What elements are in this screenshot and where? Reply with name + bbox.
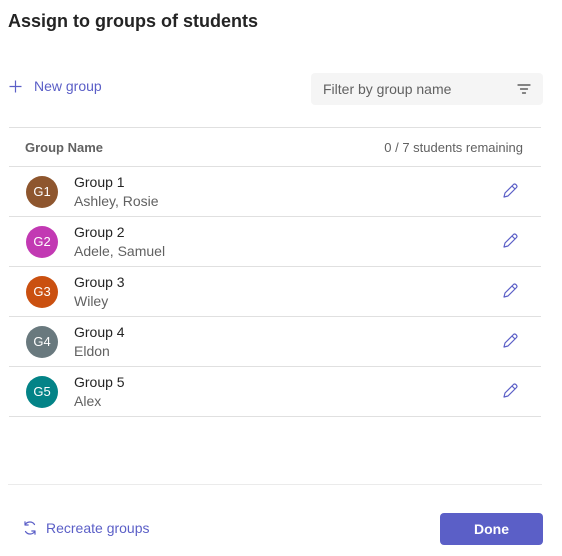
group-name: Group 2 xyxy=(74,224,125,240)
group-members: Alex xyxy=(74,393,102,409)
group-avatar-initials: G3 xyxy=(33,284,51,299)
group-avatar-initials: G2 xyxy=(33,234,51,249)
new-group-button[interactable]: New group xyxy=(9,78,102,94)
edit-group-pencil-icon[interactable] xyxy=(501,282,519,300)
group-name: Group 1 xyxy=(74,174,125,190)
table-header: Group Name 0 / 7 students remaining xyxy=(9,127,541,167)
column-header-group-name: Group Name xyxy=(25,139,104,155)
group-avatar-initials: G5 xyxy=(33,384,51,399)
edit-group-pencil-icon[interactable] xyxy=(501,182,519,200)
group-row-4[interactable]: G4 Group 4 Eldon xyxy=(9,317,541,367)
group-members: Ashley, Rosie xyxy=(74,193,159,209)
filter-icon[interactable] xyxy=(517,83,531,95)
filter-input[interactable] xyxy=(323,81,503,97)
group-name: Group 5 xyxy=(74,374,125,390)
group-avatar: G5 xyxy=(26,375,58,408)
group-avatar-initials: G4 xyxy=(33,334,51,349)
plus-icon xyxy=(9,80,22,92)
recreate-groups-button[interactable]: Recreate groups xyxy=(22,520,150,536)
group-avatar: G3 xyxy=(26,275,58,308)
edit-group-pencil-icon[interactable] xyxy=(501,332,519,350)
group-row-3[interactable]: G3 Group 3 Wiley xyxy=(9,267,541,317)
filter-box xyxy=(311,73,543,105)
group-row-1[interactable]: G1 Group 1 Ashley, Rosie xyxy=(9,167,541,217)
group-row-2[interactable]: G2 Group 2 Adele, Samuel xyxy=(9,217,541,267)
students-remaining-count: 0 / 7 students remaining xyxy=(384,139,523,155)
group-members: Wiley xyxy=(74,293,109,309)
recreate-groups-label: Recreate groups xyxy=(46,520,150,536)
done-button[interactable]: Done xyxy=(440,513,543,545)
new-group-label: New group xyxy=(34,78,102,94)
refresh-icon xyxy=(24,521,36,535)
footer-divider xyxy=(8,484,542,485)
group-avatar: G2 xyxy=(26,225,58,258)
group-row-5[interactable]: G5 Group 5 Alex xyxy=(9,367,541,417)
group-avatar: G1 xyxy=(26,175,58,208)
group-name: Group 3 xyxy=(74,274,125,290)
group-avatar-initials: G1 xyxy=(33,184,51,199)
edit-group-pencil-icon[interactable] xyxy=(501,232,519,250)
group-members: Adele, Samuel xyxy=(74,243,166,259)
assign-groups-dialog: Assign to groups of students New group G… xyxy=(0,0,562,556)
group-avatar: G4 xyxy=(26,325,58,358)
edit-group-pencil-icon[interactable] xyxy=(501,382,519,400)
group-members: Eldon xyxy=(74,343,110,359)
dialog-title: Assign to groups of students xyxy=(8,11,258,31)
groups-table: Group Name 0 / 7 students remaining G1 G… xyxy=(9,127,541,417)
group-name: Group 4 xyxy=(74,324,125,340)
